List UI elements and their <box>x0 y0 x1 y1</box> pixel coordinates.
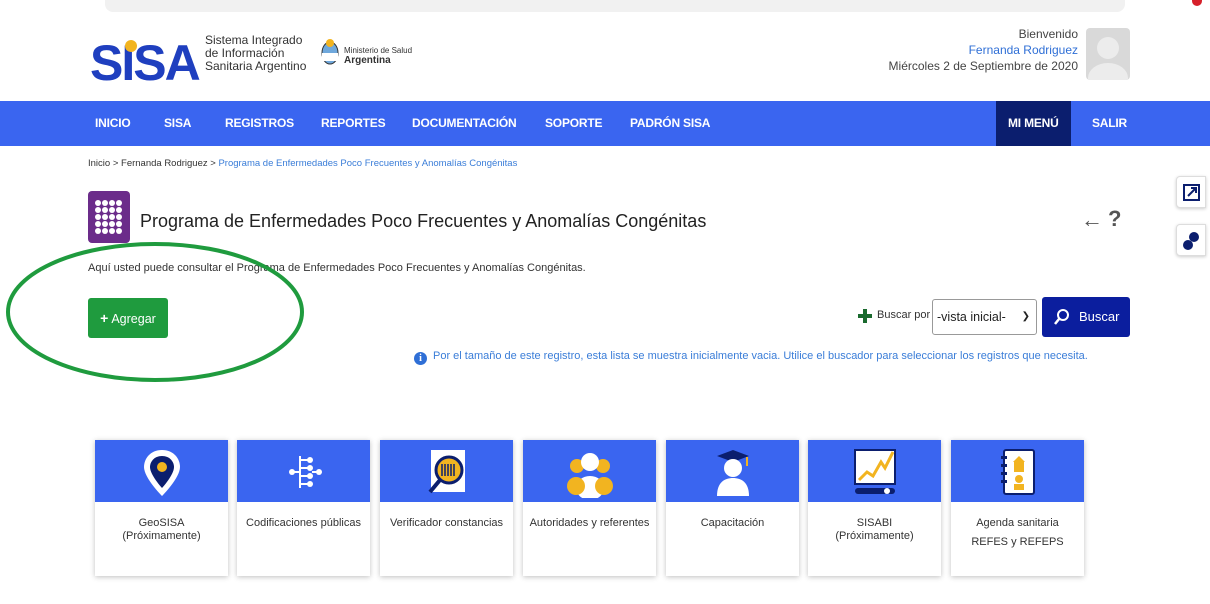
card-verificador[interactable]: Verificador constancias <box>380 440 513 576</box>
card-codificaciones[interactable]: Codificaciones públicas <box>237 440 370 576</box>
card-agenda-sanitaria[interactable]: Agenda sanitaria REFES y REFEPS <box>951 440 1084 576</box>
search-button-label: Buscar <box>1079 309 1120 324</box>
card-label: Autoridades y referentes <box>529 517 650 529</box>
breadcrumb-separator: > <box>110 158 122 169</box>
breadcrumb-user[interactable]: Fernanda Rodriguez <box>121 158 208 169</box>
main-navbar: INICIO SISA REGISTROS REPORTES DOCUMENTA… <box>0 101 1210 146</box>
external-link-button[interactable] <box>1176 176 1206 208</box>
argentina-shield-icon <box>321 39 339 65</box>
search-select-value: -vista inicial- <box>937 310 1006 324</box>
nav-registros[interactable]: REGISTROS <box>225 101 294 146</box>
program-dots-icon <box>88 191 130 243</box>
card-header <box>95 440 228 502</box>
card-autoridades[interactable]: Autoridades y referentes <box>523 440 656 576</box>
search-view-select[interactable]: -vista inicial- ❯ <box>932 299 1037 335</box>
logo-subtitle-line: Sanitaria Argentino <box>205 59 307 73</box>
user-name-link[interactable]: Fernanda Rodriguez <box>889 42 1078 58</box>
card-header <box>951 440 1084 502</box>
user-info: Bienvenido Fernanda Rodriguez Miércoles … <box>889 26 1078 74</box>
nav-inicio[interactable]: INICIO <box>95 101 131 146</box>
card-label: Codificaciones públicas <box>246 517 361 529</box>
chat-bubbles-icon <box>1183 232 1199 250</box>
nav-sisa[interactable]: SISA <box>164 101 191 146</box>
card-label: Capacitación <box>700 517 765 529</box>
external-link-icon <box>1183 184 1200 201</box>
card-capacitacion[interactable]: Capacitación <box>666 440 799 576</box>
search-by-label: Buscar por <box>877 309 931 321</box>
sisa-logo[interactable]: SISA <box>90 32 202 90</box>
breadcrumb-separator: > <box>207 158 219 169</box>
tree-structure-icon <box>289 456 322 488</box>
nav-padron-sisa[interactable]: PADRÓN SISA <box>630 101 710 146</box>
breadcrumb: Inicio > Fernanda Rodriguez > Programa d… <box>88 158 517 169</box>
info-message-text: Por el tamaño de este registro, esta lis… <box>433 350 1088 362</box>
info-message: i Por el tamaño de este registro, esta li… <box>414 350 1088 365</box>
logo-subtitle: Sistema Integrado de Información Sanitar… <box>205 34 315 73</box>
card-header <box>380 440 513 502</box>
agenda-icon <box>1001 449 1035 495</box>
card-geosisa[interactable]: GeoSISA (Próximamente) <box>95 440 228 576</box>
avatar[interactable] <box>1086 28 1130 80</box>
search-icon <box>1054 309 1069 325</box>
search-button[interactable]: Buscar <box>1042 297 1130 337</box>
ministerio-logo: Ministerio de Salud Argentina <box>320 38 440 78</box>
back-arrow-icon[interactable]: ← <box>1081 207 1103 233</box>
card-label: GeoSISA (Próximamente) <box>122 517 201 542</box>
page-title: Programa de Enfermedades Poco Frecuentes… <box>140 211 707 231</box>
breadcrumb-home[interactable]: Inicio <box>88 158 110 169</box>
nav-salir[interactable]: SALIR <box>1092 101 1127 146</box>
card-label: Verificador constancias <box>389 517 504 529</box>
welcome-text: Bienvenido <box>1018 27 1078 41</box>
ministerio-line2: Argentina <box>344 55 391 66</box>
card-sisabi[interactable]: SISABI (Próximamente) <box>808 440 941 576</box>
svg-text:SISA: SISA <box>90 35 200 90</box>
map-pin-icon <box>144 450 180 496</box>
nav-documentacion[interactable]: DOCUMENTACIÓN <box>412 101 517 146</box>
ministerio-line1: Ministerio de Salud <box>344 46 413 55</box>
nav-mi-menu[interactable]: MI MENÚ <box>996 101 1071 146</box>
card-header <box>808 440 941 502</box>
nav-reportes[interactable]: REPORTES <box>321 101 386 146</box>
card-header <box>523 440 656 502</box>
browser-top-strip <box>105 0 1125 12</box>
highlight-ellipse <box>6 242 304 382</box>
site-header: SISA Sistema Integrado de Información Sa… <box>0 18 1210 100</box>
corner-flag <box>1192 0 1202 6</box>
monitor-chart-icon <box>854 449 896 494</box>
card-header <box>237 440 370 502</box>
add-filter-icon[interactable] <box>857 308 873 324</box>
breadcrumb-current[interactable]: Programa de Enfermedades Poco Frecuentes… <box>218 158 517 169</box>
card-label: Agenda sanitaria REFES y REFEPS <box>971 517 1064 548</box>
people-group-icon <box>567 453 613 498</box>
nav-soporte[interactable]: SOPORTE <box>545 101 602 146</box>
card-header <box>666 440 799 502</box>
graduate-icon <box>717 450 749 496</box>
info-icon: i <box>414 352 427 365</box>
card-label: SISABI (Próximamente) <box>835 517 914 542</box>
avatar-silhouette-icon <box>1088 37 1128 80</box>
chevron-down-icon: ❯ <box>1021 311 1030 322</box>
magnifier-barcode-icon <box>428 450 465 494</box>
help-icon[interactable]: ? <box>1108 206 1121 232</box>
chat-button[interactable] <box>1176 224 1206 256</box>
current-date: Miércoles 2 de Septiembre de 2020 <box>888 59 1078 73</box>
